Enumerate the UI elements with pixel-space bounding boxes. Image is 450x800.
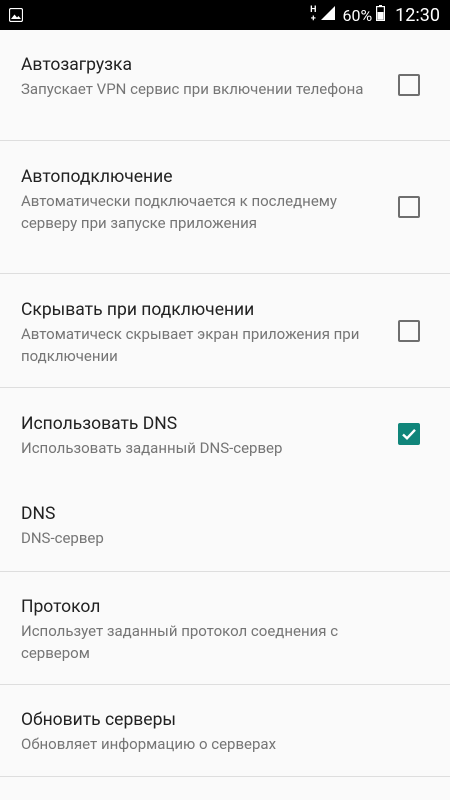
- hide-on-connect-checkbox[interactable]: [398, 319, 420, 342]
- check-icon: [402, 428, 416, 440]
- autostart-checkbox[interactable]: [398, 74, 420, 96]
- setting-summary: Использует заданный протокол соеднения с…: [21, 622, 339, 662]
- setting-title: Автозагрузка: [21, 55, 132, 75]
- setting-autostart[interactable]: Автозагрузка Запускает VPN сервис при вк…: [0, 30, 450, 141]
- setting-update-servers[interactable]: Обновить серверы Обновляет информацию о …: [0, 685, 450, 777]
- use-dns-checkbox[interactable]: [398, 422, 420, 445]
- battery-percent: 60%: [342, 5, 373, 25]
- setting-summary: Использовать заданный DNS-сервер: [21, 439, 283, 457]
- settings-list: Автозагрузка Запускает VPN сервис при вк…: [0, 30, 450, 777]
- setting-summary: Обновляет информацию о серверах: [21, 735, 277, 753]
- setting-summary: DNS-сервер: [21, 529, 104, 547]
- setting-title: Использовать DNS: [21, 414, 178, 434]
- setting-summary: Автоматически подключается к последнему …: [21, 192, 338, 232]
- battery-icon: [376, 5, 386, 25]
- setting-title: DNS: [21, 504, 56, 524]
- setting-autoconnect[interactable]: Автоподключение Автоматически подключает…: [0, 141, 450, 274]
- setting-dns[interactable]: DNS DNS-сервер: [0, 480, 450, 572]
- setting-title: Автоподключение: [21, 167, 173, 187]
- network-type-icon: H +: [310, 5, 317, 24]
- signal-icon: [320, 5, 336, 25]
- setting-summary: Автоматическ скрывает экран приложения п…: [21, 325, 360, 365]
- image-notification-icon: [8, 7, 24, 26]
- setting-title: Протокол: [21, 597, 101, 617]
- setting-title: Скрывать при подключении: [21, 300, 255, 320]
- setting-hide-on-connect[interactable]: Скрывать при подключении Автоматическ ск…: [0, 274, 450, 388]
- setting-title: Обновить серверы: [21, 710, 176, 730]
- status-bar: H + 60% 12:30: [0, 0, 450, 30]
- setting-summary: Запускает VPN сервис при включении телеф…: [21, 80, 364, 98]
- autoconnect-checkbox[interactable]: [398, 196, 420, 218]
- clock: 12:30: [395, 4, 440, 26]
- setting-use-dns[interactable]: Использовать DNS Использовать заданный D…: [0, 388, 450, 480]
- setting-protocol[interactable]: Протокол Использует заданный протокол со…: [0, 572, 450, 685]
